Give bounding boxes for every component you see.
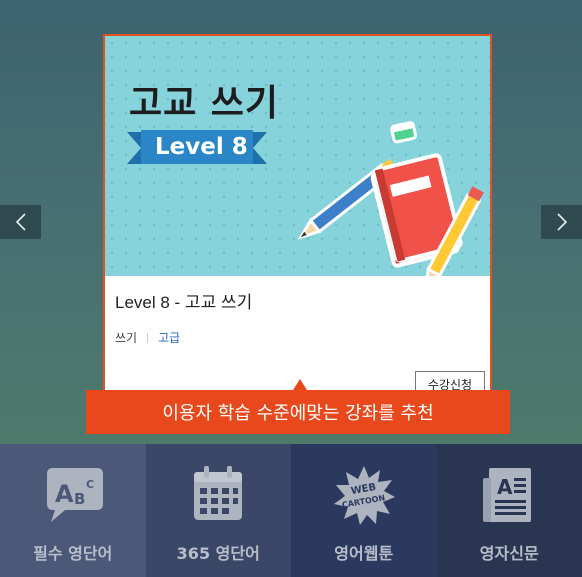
course-title[interactable]: Level 8 - 고교 쓰기: [115, 288, 480, 313]
tag-divider: [147, 332, 149, 343]
menu-item-label: 영어웹툰: [334, 544, 394, 563]
chevron-right-icon: [556, 213, 567, 231]
menu-item-label: 365 영단어: [176, 544, 260, 563]
carousel-prev-button[interactable]: [0, 205, 41, 239]
level-tag: 고급: [158, 331, 181, 345]
abc-speech-bubble-icon: A B C: [46, 468, 103, 522]
calendar-icon: [194, 466, 243, 520]
menu-item-essential-words[interactable]: A B C 필수 영단어: [0, 444, 146, 577]
recommendation-tooltip: 이용자 학습 수준에맞는 강좌를 추천: [86, 379, 510, 434]
newspaper-icon: A: [483, 468, 532, 522]
level-badge: Level 8: [155, 134, 248, 160]
category-tag: 쓰기: [115, 331, 138, 345]
menu-item-english-webtoon[interactable]: WEB CARTOON 영어웹툰: [291, 444, 437, 577]
menu-item-english-newspaper[interactable]: A 영자신문: [436, 444, 582, 577]
web-cartoon-icon: WEB CARTOON: [333, 466, 395, 525]
course-tags: 쓰기 고급: [115, 329, 480, 346]
svg-text:C: C: [86, 478, 94, 491]
course-thumbnail[interactable]: 고교 쓰기 Level 8: [105, 36, 490, 276]
chevron-left-icon: [15, 213, 26, 231]
menu-item-label: 영자신문: [479, 544, 539, 563]
menu-item-daily-words[interactable]: 365 영단어: [145, 444, 291, 577]
carousel-next-button[interactable]: [541, 205, 582, 239]
menu-item-label: 필수 영단어: [33, 544, 113, 563]
book-pencil-illustration: [297, 121, 484, 276]
course-carousel: 고교 쓰기 Level 8 Level 8 - 고교 쓰기 쓰기 고급 수강신청…: [0, 0, 582, 444]
course-card[interactable]: 고교 쓰기 Level 8 Level 8 - 고교 쓰기 쓰기 고급 수강신청: [103, 34, 492, 429]
thumbnail-title: 고교 쓰기: [129, 83, 280, 124]
svg-text:A: A: [497, 475, 513, 499]
svg-text:B: B: [74, 490, 85, 508]
bottom-menu: A B C 필수 영단어 365 영단어 WEB CARTOON 영어웹툰 A …: [0, 444, 582, 577]
svg-text:A: A: [55, 480, 74, 508]
